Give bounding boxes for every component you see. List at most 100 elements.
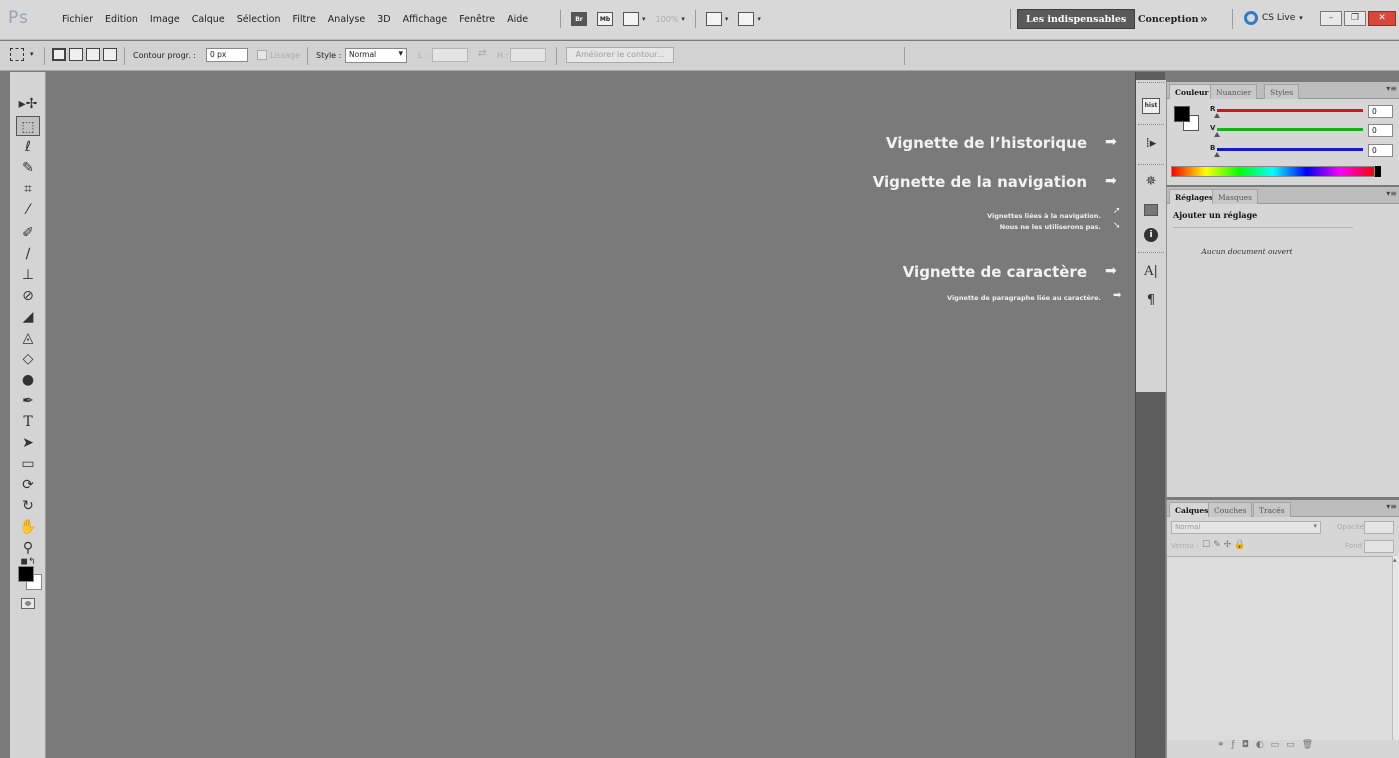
color-spectrum-black[interactable]	[1375, 166, 1381, 177]
width-input[interactable]	[432, 48, 468, 62]
foreground-color-swatch[interactable]	[1174, 106, 1190, 122]
screen-mode-icon[interactable]	[738, 12, 755, 26]
new-selection-icon[interactable]	[52, 48, 66, 61]
layers-list[interactable]	[1167, 556, 1392, 740]
antialias-checkbox[interactable]	[257, 50, 267, 60]
red-value-input[interactable]: 0	[1368, 105, 1393, 118]
feather-input[interactable]: 0 px	[206, 48, 248, 62]
chevron-down-icon[interactable]: ▾	[725, 15, 729, 23]
menu-3d[interactable]: 3D	[371, 14, 396, 25]
close-button[interactable]: ✕	[1368, 11, 1396, 26]
minimize-button[interactable]: –	[1320, 11, 1342, 26]
restore-button[interactable]: ❐	[1344, 11, 1366, 26]
spot-healing-brush-tool-icon[interactable]: ✐	[16, 223, 40, 243]
cs-live-button[interactable]: CS Live ▾	[1244, 11, 1303, 25]
foreground-color-swatch[interactable]	[18, 566, 34, 582]
quick-selection-tool-icon[interactable]: ✎	[16, 158, 40, 178]
chevron-down-icon[interactable]: ▾	[30, 50, 34, 58]
rectangular-marquee-tool-icon[interactable]: ⬚	[16, 116, 40, 136]
chevron-down-icon[interactable]: ▾	[757, 15, 761, 23]
3d-rotate-tool-icon[interactable]: ⟳	[16, 475, 40, 495]
lock-options-icons[interactable]: ☐✎✢🔒	[1202, 540, 1248, 550]
character-panel-icon[interactable]: A|	[1142, 264, 1160, 280]
slider-knob[interactable]	[1214, 132, 1220, 137]
tab-styles[interactable]: Styles	[1264, 84, 1300, 99]
height-input[interactable]	[510, 48, 546, 62]
tab-nuancier[interactable]: Nuancier	[1210, 84, 1258, 99]
refine-edge-button[interactable]: Améliorer le contour...	[566, 47, 674, 63]
quick-mask-icon[interactable]	[21, 598, 35, 609]
paragraph-panel-icon[interactable]: ¶	[1142, 293, 1160, 309]
view-extras-icon[interactable]	[623, 12, 639, 26]
drag-handle[interactable]	[1138, 124, 1164, 126]
info-panel-icon[interactable]: i	[1144, 228, 1158, 242]
tool-preset-icon[interactable]	[10, 48, 24, 61]
menu-fenetre[interactable]: Fenêtre	[453, 14, 501, 25]
menu-aide[interactable]: Aide	[501, 14, 534, 25]
menu-calque[interactable]: Calque	[186, 14, 231, 25]
blue-slider[interactable]	[1214, 148, 1363, 157]
pen-tool-icon[interactable]: ✒	[16, 391, 40, 411]
lasso-tool-icon[interactable]: ℓ	[16, 137, 40, 157]
red-slider[interactable]	[1214, 109, 1363, 118]
drag-handle[interactable]	[1138, 82, 1164, 84]
arrange-documents-icon[interactable]	[705, 12, 722, 26]
tab-couleur[interactable]: Couleur	[1169, 84, 1215, 99]
slider-knob[interactable]	[1214, 113, 1220, 118]
path-selection-tool-icon[interactable]: ➤	[16, 433, 40, 453]
zoom-level[interactable]: 100%	[656, 15, 679, 24]
style-select[interactable]: Normal	[345, 48, 407, 63]
layers-scrollbar[interactable]	[1392, 556, 1399, 740]
tab-couches[interactable]: Couches	[1208, 502, 1253, 517]
color-spectrum-bar[interactable]	[1171, 166, 1375, 177]
move-tool-icon[interactable]: ▸✢	[16, 94, 40, 114]
swap-dimensions-icon[interactable]: ⇄	[478, 48, 486, 59]
opacity-input[interactable]	[1364, 521, 1394, 534]
blue-value-input[interactable]: 0	[1368, 144, 1393, 157]
green-slider[interactable]	[1214, 128, 1363, 137]
menu-image[interactable]: Image	[144, 14, 186, 25]
eyedropper-tool-icon[interactable]: ⁄	[16, 200, 40, 220]
blur-tool-icon[interactable]: ◇	[16, 349, 40, 369]
crop-tool-icon[interactable]: ⌗	[16, 179, 40, 199]
layers-footer-icons[interactable]: ⚭ƒ◘◐▭▭🗑	[1217, 740, 1320, 750]
more-workspaces-button[interactable]: »	[1200, 12, 1208, 26]
fill-input[interactable]	[1364, 540, 1394, 553]
workspace-design-button[interactable]: Conception	[1138, 14, 1199, 25]
menu-selection[interactable]: Sélection	[231, 14, 287, 25]
type-tool-icon[interactable]: T	[16, 412, 40, 432]
panel-menu-icon[interactable]: ▾≡	[1386, 502, 1397, 511]
intersect-selection-icon[interactable]	[103, 48, 117, 61]
panel-menu-icon[interactable]: ▾≡	[1386, 84, 1397, 93]
3d-orbit-tool-icon[interactable]: ↻	[16, 496, 40, 516]
history-panel-icon[interactable]: hist	[1142, 98, 1160, 114]
add-to-selection-icon[interactable]	[69, 48, 83, 61]
eraser-tool-icon[interactable]: ◢	[16, 307, 40, 327]
launch-bridge-icon[interactable]: Br	[571, 12, 587, 26]
clone-stamp-tool-icon[interactable]: ⊥	[16, 265, 40, 285]
history-brush-tool-icon[interactable]: ⊘	[16, 286, 40, 306]
brush-tool-icon[interactable]: ∕	[16, 244, 40, 264]
menu-fichier[interactable]: Fichier	[56, 14, 99, 25]
chevron-down-icon[interactable]: ▾	[642, 15, 646, 23]
drag-handle[interactable]	[1138, 252, 1164, 254]
launch-mini-bridge-icon[interactable]: Mb	[597, 12, 613, 26]
workspace-essentials-button[interactable]: Les indispensables	[1017, 9, 1136, 29]
histogram-panel-icon[interactable]	[1144, 204, 1158, 216]
slider-knob[interactable]	[1214, 152, 1220, 157]
blend-mode-select[interactable]: Normal	[1171, 521, 1321, 534]
drag-handle[interactable]	[1138, 164, 1164, 166]
menu-analyse[interactable]: Analyse	[322, 14, 371, 25]
menu-edition[interactable]: Edition	[99, 14, 144, 25]
gradient-tool-icon[interactable]: ◬	[16, 328, 40, 348]
panel-menu-icon[interactable]: ▾≡	[1386, 189, 1397, 198]
menu-affichage[interactable]: Affichage	[397, 14, 454, 25]
rectangle-tool-icon[interactable]: ▭	[16, 454, 40, 474]
actions-panel-icon[interactable]: ⁞▸	[1142, 136, 1160, 152]
navigator-panel-icon[interactable]: ✵	[1142, 174, 1160, 190]
dodge-tool-icon[interactable]: ●	[16, 370, 40, 390]
tab-masques[interactable]: Masques	[1212, 189, 1258, 204]
chevron-down-icon[interactable]: ▾	[681, 15, 685, 23]
hand-tool-icon[interactable]: ✋	[16, 517, 40, 537]
menu-filtre[interactable]: Filtre	[286, 14, 321, 25]
